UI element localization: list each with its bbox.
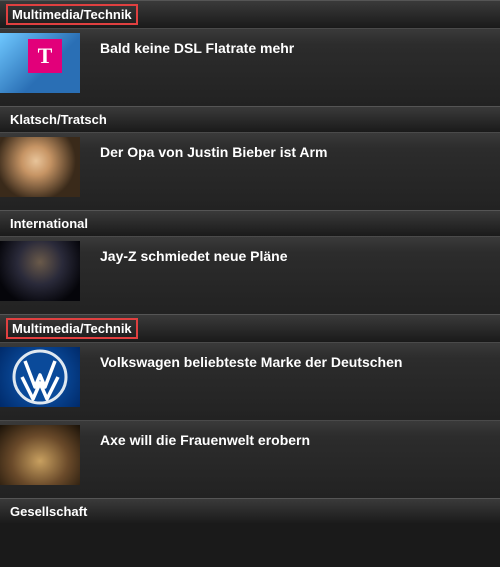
- article-item[interactable]: Der Opa von Justin Bieber ist Arm: [0, 132, 500, 210]
- article-item[interactable]: Jay-Z schmiedet neue Pläne: [0, 236, 500, 314]
- category-header[interactable]: International: [0, 210, 500, 236]
- category-label: International: [10, 216, 88, 231]
- vw-logo-icon: [0, 347, 80, 407]
- article-thumbnail: [0, 137, 80, 197]
- article-headline: Bald keine DSL Flatrate mehr: [80, 29, 306, 57]
- article-headline: Der Opa von Justin Bieber ist Arm: [80, 133, 339, 161]
- article-item[interactable]: Bald keine DSL Flatrate mehr: [0, 28, 500, 106]
- category-label: Multimedia/Technik: [12, 7, 132, 22]
- category-header[interactable]: Klatsch/Tratsch: [0, 106, 500, 132]
- category-header[interactable]: Multimedia/Technik: [0, 0, 500, 28]
- article-thumbnail: [0, 347, 80, 407]
- article-item[interactable]: Volkswagen beliebteste Marke der Deutsch…: [0, 342, 500, 420]
- highlight-box: Multimedia/Technik: [6, 318, 138, 339]
- category-header[interactable]: Gesellschaft: [0, 498, 500, 524]
- article-thumbnail: [0, 33, 80, 93]
- article-headline: Volkswagen beliebteste Marke der Deutsch…: [80, 343, 414, 371]
- article-headline: Axe will die Frauenwelt erobern: [80, 421, 322, 449]
- highlight-box: Multimedia/Technik: [6, 4, 138, 25]
- category-header[interactable]: Multimedia/Technik: [0, 314, 500, 342]
- category-label: Gesellschaft: [10, 504, 87, 519]
- article-thumbnail: [0, 425, 80, 485]
- article-thumbnail: [0, 241, 80, 301]
- category-label: Klatsch/Tratsch: [10, 112, 107, 127]
- category-label: Multimedia/Technik: [12, 321, 132, 336]
- article-item[interactable]: Axe will die Frauenwelt erobern: [0, 420, 500, 498]
- article-headline: Jay-Z schmiedet neue Pläne: [80, 237, 300, 265]
